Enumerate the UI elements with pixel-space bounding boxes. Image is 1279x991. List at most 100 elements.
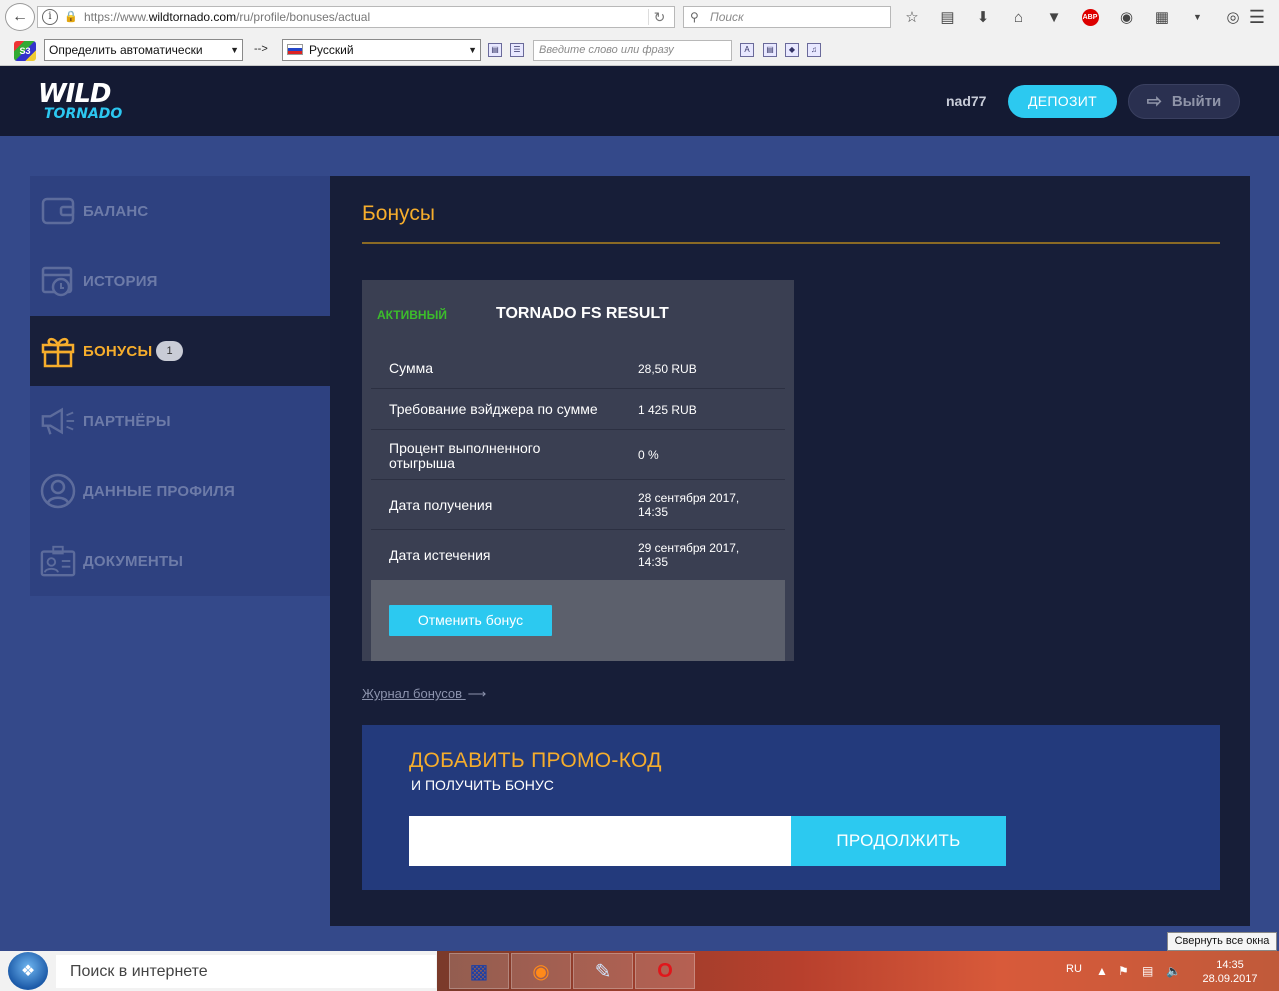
title-divider — [362, 242, 1220, 244]
clock[interactable]: 14:35 28.09.2017 — [1200, 958, 1260, 986]
adblock-icon[interactable]: ABP — [1081, 8, 1099, 26]
floppy-app-icon[interactable]: ▩ — [449, 953, 509, 989]
profile-sidebar: БАЛАНС ИСТОРИЯ БОНУСЫ 1 ПАРТНЁРЫ ДАННЫЕ … — [30, 176, 330, 596]
sidebar-item-profile-data[interactable]: ДАННЫЕ ПРОФИЛЯ — [30, 456, 330, 526]
target-language-select[interactable]: Русский ▼ — [282, 39, 481, 61]
sync-icon[interactable]: ◎ — [1221, 6, 1245, 28]
sidebar-item-documents[interactable]: ДОКУМЕНТЫ — [30, 526, 330, 596]
sidebar-item-bonuses[interactable]: БОНУСЫ 1 — [30, 316, 330, 386]
sidebar-item-history[interactable]: ИСТОРИЯ — [30, 246, 330, 316]
arrow-right-icon: ⟶ — [467, 686, 487, 701]
url-path: /ru/profile/bonuses/actual — [236, 10, 371, 24]
opera-icon[interactable]: O — [635, 953, 695, 989]
source-language-value: Определить автоматически — [49, 43, 203, 57]
promo-title: ДОБАВИТЬ ПРОМО-КОД — [409, 749, 662, 772]
overflow-icon[interactable]: ▼ — [1186, 6, 1210, 28]
chevron-up-icon[interactable]: ▲ — [1096, 964, 1108, 978]
firefox-icon[interactable]: ◉ — [511, 953, 571, 989]
speaker-icon[interactable]: ♫ — [807, 43, 821, 57]
bonus-row-value: 1 425 RUB — [638, 403, 697, 417]
reload-icon[interactable]: ↻ — [648, 9, 670, 25]
bonuses-panel: Бонусы АКТИВНЫЙ TORNADO FS RESULT Сумма … — [330, 176, 1250, 926]
bonus-row-value: 0 % — [638, 448, 659, 462]
star-icon[interactable]: ☆ — [900, 6, 924, 28]
bonus-journal-label: Журнал бонусов — [362, 686, 463, 701]
bonus-row-expiry-date: Дата истечения 29 сентября 2017, 14:35 — [371, 530, 785, 580]
language-indicator[interactable]: RU — [1066, 963, 1082, 975]
username[interactable]: nad77 — [946, 93, 986, 109]
logo-bottom-text: TORNADO — [44, 106, 123, 122]
show-desktop-tooltip: Свернуть все окна — [1167, 932, 1277, 951]
promo-submit-button[interactable]: ПРОДОЛЖИТЬ — [791, 816, 1006, 866]
taskbar-search[interactable]: Поиск в интернете — [56, 955, 436, 988]
wild-tornado-logo[interactable]: WILD TORNADO — [38, 80, 142, 124]
clock-date: 28.09.2017 — [1202, 973, 1258, 985]
bonus-row-label: Сумма — [389, 360, 433, 376]
megaphone-icon — [40, 403, 76, 439]
logout-label: Выйти — [1171, 93, 1222, 110]
bonus-row-wager: Требование вэйджера по сумме 1 425 RUB — [371, 389, 785, 430]
reading-list-icon[interactable]: ▤ — [936, 6, 960, 28]
sidebar-item-label: ДАННЫЕ ПРОФИЛЯ — [83, 482, 235, 500]
notepad-app-icon[interactable]: ✎ — [573, 953, 633, 989]
address-bar[interactable]: i 🔒 https://www.wildtornado.com/ru/profi… — [37, 6, 675, 28]
flag-icon[interactable]: ⚑ — [1118, 964, 1129, 978]
download-icon[interactable]: ⬇ — [971, 6, 995, 28]
translate-page-icon[interactable]: ▤ — [488, 43, 502, 57]
chevron-down-icon: ▼ — [230, 45, 239, 55]
pocket-icon[interactable]: ▼ — [1042, 6, 1066, 28]
clock-time: 14:35 — [1216, 959, 1244, 971]
windows-logo-icon: ❖ — [20, 963, 36, 980]
info-icon[interactable]: i — [42, 9, 58, 25]
promo-code-section: ДОБАВИТЬ ПРОМО-КОД И ПОЛУЧИТЬ БОНУС ПРОД… — [362, 725, 1220, 890]
translator-icon[interactable]: ◆ — [785, 43, 799, 57]
translate-settings-icon[interactable]: ☰ — [510, 43, 524, 57]
bonus-row-value: 29 сентября 2017, 14:35 — [638, 541, 740, 569]
bonus-journal-link[interactable]: Журнал бонусов ⟶ — [362, 686, 486, 702]
calendar-clock-icon — [40, 263, 76, 299]
dictionary-icon[interactable]: A — [740, 43, 754, 57]
bonus-row-amount: Сумма 28,50 RUB — [371, 348, 785, 389]
network-icon[interactable]: ▤ — [1142, 964, 1153, 978]
logout-button[interactable]: ⇨ Выйти — [1128, 84, 1240, 119]
bonus-row-value: 28,50 RUB — [638, 362, 697, 376]
url-text[interactable]: https://www.wildtornado.com/ru/profile/b… — [84, 10, 370, 24]
promo-code-input[interactable] — [409, 816, 792, 866]
bonus-row-value: 28 сентября 2017, 14:35 — [638, 491, 740, 519]
logout-icon: ⇨ — [1146, 91, 1162, 111]
menu-icon[interactable]: ☰ — [1245, 6, 1269, 28]
sidebar-item-partners[interactable]: ПАРТНЁРЫ — [30, 386, 330, 456]
sidebar-item-balance[interactable]: БАЛАНС — [30, 176, 330, 246]
id-card-icon — [40, 543, 76, 579]
page-title: Бонусы — [362, 202, 435, 225]
bonus-card-footer: Отменить бонус — [371, 580, 785, 661]
search-bar[interactable]: ⚲ Поиск — [683, 6, 891, 28]
browser-chrome: ← i 🔒 https://www.wildtornado.com/ru/pro… — [0, 0, 1279, 66]
windows-start-button[interactable]: ❖ — [8, 952, 48, 990]
clipboard-icon[interactable]: ▤ — [763, 43, 777, 57]
lock-icon[interactable]: 🔒 — [64, 11, 78, 23]
russia-flag-icon — [287, 44, 303, 55]
url-prefix: https://www. — [84, 10, 149, 24]
windows-taskbar: ❖ Поиск в интернете ▩ ◉ ✎ O RU ▲ ⚑ ▤ 🔈 1… — [0, 951, 1279, 991]
back-button[interactable]: ← — [5, 3, 35, 31]
bonus-row-label: Дата истечения — [389, 547, 491, 563]
gift-icon — [40, 333, 76, 369]
search-placeholder: Поиск — [710, 10, 744, 24]
deposit-button[interactable]: ДЕПОЗИТ — [1008, 85, 1117, 118]
translate-input[interactable]: Введите слово или фразу — [533, 40, 732, 61]
cancel-bonus-button[interactable]: Отменить бонус — [389, 605, 552, 636]
source-language-select[interactable]: Определить автоматически ▼ — [44, 39, 243, 61]
s3-icon[interactable]: ▦ — [1150, 6, 1174, 28]
sidebar-item-label: ИСТОРИЯ — [83, 272, 158, 290]
home-icon[interactable]: ⌂ — [1007, 6, 1031, 28]
s3-translator-icon[interactable]: S3 — [14, 41, 36, 61]
extension-icon[interactable]: ◉ — [1115, 6, 1139, 28]
translate-arrow: --> — [254, 43, 268, 55]
sidebar-item-label: БОНУСЫ — [83, 342, 153, 360]
logo-top-text: WILD — [38, 79, 112, 109]
wallet-icon — [40, 193, 76, 229]
toolbar-icons: ☆ ▤ ⬇ ⌂ ▼ ABP ◉ ▦ ▼ ◎ ☰ — [900, 5, 1265, 29]
target-language-value: Русский — [309, 43, 354, 57]
volume-icon[interactable]: 🔈 — [1166, 964, 1181, 978]
